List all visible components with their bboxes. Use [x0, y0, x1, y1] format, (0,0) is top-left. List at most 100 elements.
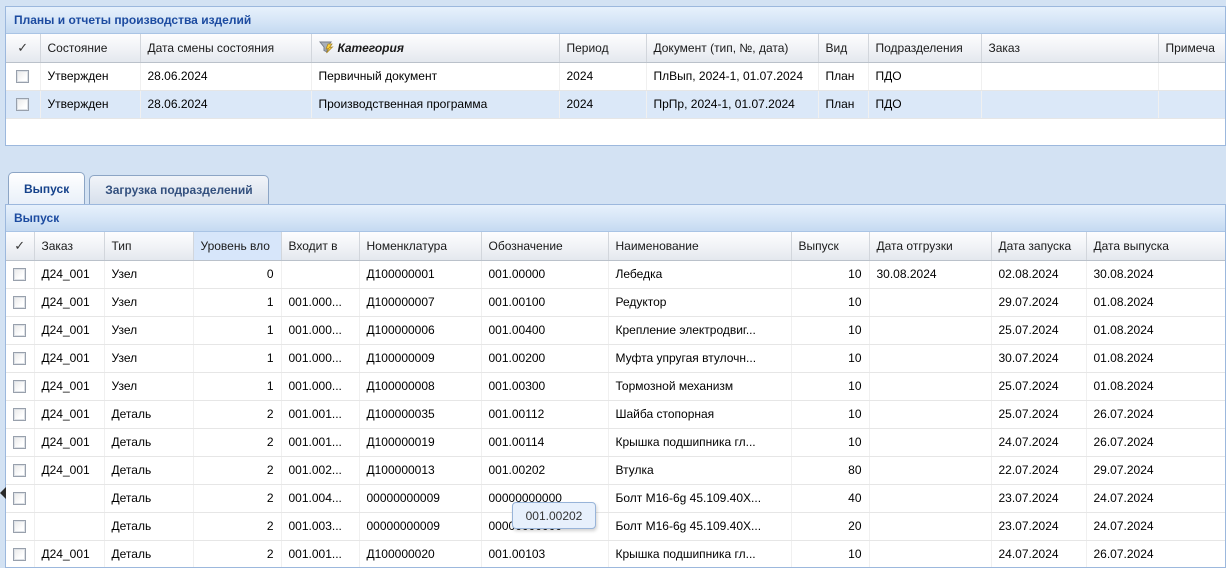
- table-row[interactable]: Д24_001Деталь2001.001...Д100000020001.00…: [6, 540, 1226, 568]
- cell[interactable]: 1: [193, 372, 281, 400]
- cell[interactable]: Д24_001: [34, 540, 104, 568]
- cell[interactable]: 28.06.2024: [140, 90, 311, 118]
- column-header[interactable]: Категория: [311, 34, 559, 62]
- cell[interactable]: Д100000008: [359, 372, 481, 400]
- cell[interactable]: Д100000019: [359, 428, 481, 456]
- cell[interactable]: 001.000...: [281, 344, 359, 372]
- cell[interactable]: [869, 512, 991, 540]
- cell[interactable]: 0: [193, 260, 281, 288]
- cell[interactable]: 10: [791, 316, 869, 344]
- cell[interactable]: 001.001...: [281, 540, 359, 568]
- cell[interactable]: 001.00200: [481, 344, 608, 372]
- cell[interactable]: Узел: [104, 288, 193, 316]
- splitter-collapse-icon[interactable]: [0, 487, 6, 499]
- column-header[interactable]: Уровень вло: [193, 232, 281, 260]
- row-checkbox[interactable]: [13, 324, 26, 337]
- cell[interactable]: 01.08.2024: [1086, 316, 1226, 344]
- cell[interactable]: Д100000009: [359, 344, 481, 372]
- cell[interactable]: 001.00000: [481, 260, 608, 288]
- row-checkbox-cell[interactable]: [6, 344, 34, 372]
- row-checkbox-cell[interactable]: [6, 400, 34, 428]
- select-all-header[interactable]: ✓: [6, 34, 40, 62]
- column-header[interactable]: Вид: [818, 34, 868, 62]
- cell[interactable]: [869, 400, 991, 428]
- cell[interactable]: 29.07.2024: [1086, 456, 1226, 484]
- cell[interactable]: [869, 372, 991, 400]
- cell[interactable]: 001.002...: [281, 456, 359, 484]
- cell[interactable]: [34, 484, 104, 512]
- cell[interactable]: 00000000009: [359, 512, 481, 540]
- cell[interactable]: Узел: [104, 372, 193, 400]
- cell[interactable]: 26.07.2024: [1086, 540, 1226, 568]
- column-header[interactable]: Заказ: [981, 34, 1158, 62]
- cell[interactable]: 20: [791, 512, 869, 540]
- cell[interactable]: 2024: [559, 90, 646, 118]
- cell[interactable]: 24.07.2024: [991, 428, 1086, 456]
- cell[interactable]: Д100000001: [359, 260, 481, 288]
- table-row[interactable]: Утвержден28.06.2024Первичный документ202…: [6, 62, 1226, 90]
- cell[interactable]: 24.07.2024: [1086, 484, 1226, 512]
- cell[interactable]: Д24_001: [34, 260, 104, 288]
- table-row[interactable]: Д24_001Узел1001.000...Д100000009001.0020…: [6, 344, 1226, 372]
- cell[interactable]: Д24_001: [34, 344, 104, 372]
- cell[interactable]: Д24_001: [34, 456, 104, 484]
- row-checkbox-cell[interactable]: [6, 288, 34, 316]
- cell[interactable]: [981, 90, 1158, 118]
- column-header[interactable]: Период: [559, 34, 646, 62]
- cell[interactable]: 001.000...: [281, 288, 359, 316]
- cell[interactable]: [1158, 62, 1226, 90]
- cell[interactable]: 25.07.2024: [991, 372, 1086, 400]
- cell[interactable]: Узел: [104, 260, 193, 288]
- column-header[interactable]: Подразделения: [868, 34, 981, 62]
- select-all-header[interactable]: ✓: [6, 232, 34, 260]
- tab-output[interactable]: Выпуск: [8, 172, 85, 204]
- cell[interactable]: 01.08.2024: [1086, 288, 1226, 316]
- cell[interactable]: ПрПр, 2024-1, 01.07.2024: [646, 90, 818, 118]
- column-header[interactable]: Дата запуска: [991, 232, 1086, 260]
- cell[interactable]: 01.08.2024: [1086, 344, 1226, 372]
- cell[interactable]: Д24_001: [34, 400, 104, 428]
- cell[interactable]: Болт М16-6g 45.109.40Х...: [608, 512, 791, 540]
- cell[interactable]: Болт М16-6g 45.109.40Х...: [608, 484, 791, 512]
- table-row[interactable]: Д24_001Узел1001.000...Д100000007001.0010…: [6, 288, 1226, 316]
- cell[interactable]: 001.000...: [281, 372, 359, 400]
- cell[interactable]: Первичный документ: [311, 62, 559, 90]
- cell[interactable]: [869, 456, 991, 484]
- cell[interactable]: Тормозной механизм: [608, 372, 791, 400]
- cell[interactable]: Узел: [104, 316, 193, 344]
- cell[interactable]: 2024: [559, 62, 646, 90]
- cell[interactable]: Деталь: [104, 456, 193, 484]
- cell[interactable]: 25.07.2024: [991, 400, 1086, 428]
- column-header[interactable]: Номенклатура: [359, 232, 481, 260]
- column-header[interactable]: Наименование: [608, 232, 791, 260]
- column-header[interactable]: Дата выпуска: [1086, 232, 1226, 260]
- row-checkbox[interactable]: [13, 296, 26, 309]
- table-row[interactable]: Деталь2001.004...0000000000900000000000Б…: [6, 484, 1226, 512]
- column-header[interactable]: Входит в: [281, 232, 359, 260]
- cell[interactable]: 2: [193, 428, 281, 456]
- cell[interactable]: [869, 344, 991, 372]
- row-checkbox[interactable]: [13, 548, 26, 561]
- cell[interactable]: 30.07.2024: [991, 344, 1086, 372]
- cell[interactable]: ПДО: [868, 90, 981, 118]
- table-row[interactable]: Д24_001Узел1001.000...Д100000008001.0030…: [6, 372, 1226, 400]
- cell[interactable]: Производственная программа: [311, 90, 559, 118]
- column-header[interactable]: Заказ: [34, 232, 104, 260]
- cell[interactable]: 2: [193, 540, 281, 568]
- column-header[interactable]: Дата отгрузки: [869, 232, 991, 260]
- cell[interactable]: Втулка: [608, 456, 791, 484]
- row-checkbox-cell[interactable]: [6, 540, 34, 568]
- cell[interactable]: Крышка подшипника гл...: [608, 540, 791, 568]
- row-checkbox[interactable]: [13, 436, 26, 449]
- cell[interactable]: 2: [193, 456, 281, 484]
- cell[interactable]: 1: [193, 316, 281, 344]
- cell[interactable]: 10: [791, 288, 869, 316]
- cell[interactable]: Д100000035: [359, 400, 481, 428]
- cell[interactable]: Д100000013: [359, 456, 481, 484]
- cell[interactable]: 001.00112: [481, 400, 608, 428]
- row-checkbox[interactable]: [13, 464, 26, 477]
- cell[interactable]: 001.001...: [281, 428, 359, 456]
- cell[interactable]: [1158, 90, 1226, 118]
- row-checkbox[interactable]: [13, 268, 26, 281]
- cell[interactable]: Утвержден: [40, 62, 140, 90]
